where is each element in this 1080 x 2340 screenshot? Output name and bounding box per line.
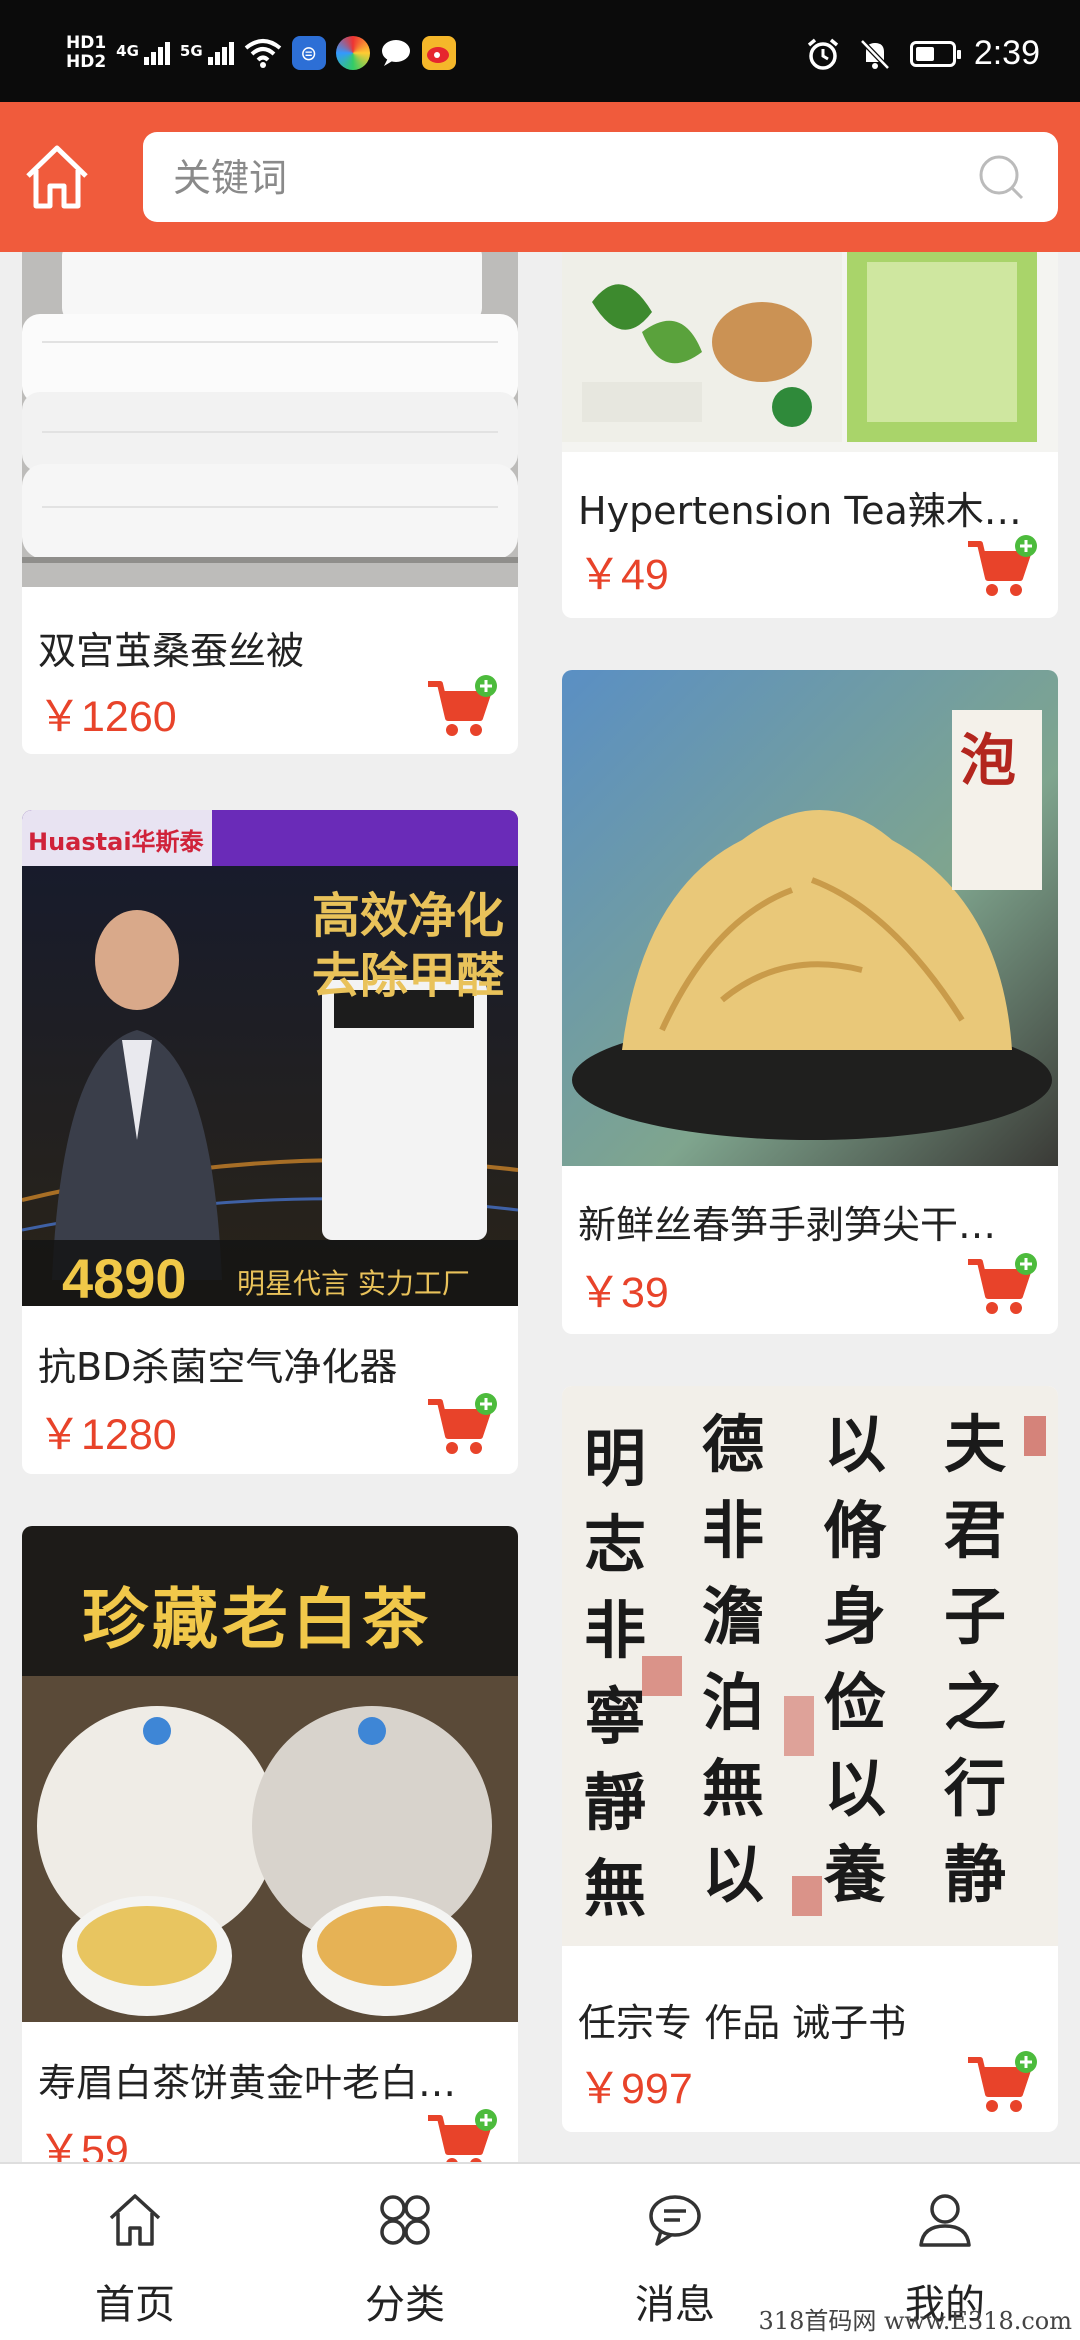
signal-4g-icon: 4G (116, 41, 170, 65)
add-to-cart-icon[interactable] (966, 1252, 1038, 1318)
nav-item-home[interactable]: 首页 (0, 2164, 270, 2340)
status-bar: HD1 HD2 4G 5G ⊜ 2:39 (0, 0, 1080, 102)
product-price: ￥1260 (38, 693, 177, 741)
product-title: 抗BD杀菌空气净化器 (38, 1345, 398, 1389)
product-image-white-tea: 珍藏老白茶 (22, 1526, 518, 2022)
search-box[interactable] (143, 132, 1058, 224)
top-header (0, 102, 1080, 252)
product-image-silk-quilt (22, 252, 518, 587)
product-grid: 双宫茧桑蚕丝被 ￥1260 Hypertension Tea辣木… ￥49 Hu… (0, 252, 1080, 2162)
battery-icon (909, 40, 961, 67)
home-icon (109, 2194, 161, 2246)
product-card[interactable]: 珍藏老白茶 寿眉白茶饼黄金叶老白… ￥59 (22, 1526, 518, 2162)
product-card[interactable]: 夫君子之行静 以脩身俭以養 德非澹泊無以 明志非寧靜無 任宗专 作品 诫子书 ￥… (562, 1386, 1058, 2132)
add-to-cart-icon[interactable] (966, 2050, 1038, 2116)
add-to-cart-icon[interactable] (426, 674, 498, 740)
home-icon[interactable] (22, 142, 92, 212)
search-icon[interactable] (976, 152, 1028, 204)
product-image-calligraphy: 夫君子之行静 以脩身俭以養 德非澹泊無以 明志非寧靜無 (562, 1386, 1058, 1946)
hd-indicator: HD1 HD2 (66, 34, 106, 72)
product-price: ￥59 (38, 2127, 129, 2162)
product-title: 寿眉白茶饼黄金叶老白… (38, 2061, 457, 2105)
weibo-icon (421, 36, 456, 70)
nav-item-category[interactable]: 分类 (270, 2164, 540, 2340)
mute-bell-icon (860, 38, 890, 70)
chat-bubble-icon (381, 40, 410, 66)
purifier-price-tag: 4890 (62, 1247, 187, 1306)
status-right: 2:39 (806, 34, 1040, 73)
tea-headline: 珍藏老白茶 (82, 1581, 432, 1658)
product-price: ￥1280 (38, 1411, 177, 1459)
product-price: ￥39 (578, 1269, 669, 1317)
product-image-air-purifier: Huastai华斯泰 高效净化 去除甲醛 4890 明星代言 实力工厂 (22, 810, 518, 1306)
category-icon (380, 2195, 430, 2245)
net2-label: 5G (179, 41, 203, 60)
search-input[interactable] (171, 132, 975, 224)
status-left: HD1 HD2 4G 5G ⊜ (66, 30, 456, 76)
product-title: 任宗专 作品 诫子书 (578, 2001, 907, 2045)
add-to-cart-icon[interactable] (426, 2108, 498, 2162)
product-card[interactable]: 泡 新鲜丝春笋手剥笋尖干… ￥39 (562, 670, 1058, 1334)
purifier-headline2: 去除甲醛 (312, 948, 505, 1004)
add-to-cart-icon[interactable] (426, 1392, 498, 1458)
wifi-icon (244, 39, 281, 68)
add-to-cart-icon[interactable] (966, 534, 1038, 600)
app-color-icon (335, 36, 370, 70)
product-price: ￥997 (578, 2065, 693, 2113)
user-icon (919, 2194, 971, 2247)
alarm-icon (807, 38, 838, 70)
watermark: 318首码网 www.E318.com (758, 2307, 1072, 2335)
hd1-label: HD1 (66, 33, 107, 53)
signal-5g-icon: 5G (179, 41, 234, 65)
product-title: 新鲜丝春笋手剥笋尖干… (578, 1203, 997, 1247)
nav-label: 首页 (95, 2282, 175, 2328)
purifier-slogan: 明星代言 实力工厂 (237, 1267, 470, 1300)
product-card[interactable]: Hypertension Tea辣木… ￥49 (562, 252, 1058, 618)
product-price: ￥49 (578, 551, 669, 599)
message-icon (649, 2195, 701, 2246)
shoots-tag: 泡 (960, 729, 1016, 794)
nav-label: 分类 (365, 2282, 445, 2328)
product-title: 双宫茧桑蚕丝被 (38, 629, 305, 673)
product-card[interactable]: 双宫茧桑蚕丝被 ￥1260 (22, 252, 518, 754)
purifier-brand: Huastai华斯泰 (28, 828, 204, 856)
app-shield-icon: ⊜ (291, 36, 326, 70)
product-title: Hypertension Tea辣木… (578, 489, 1022, 533)
clock: 2:39 (973, 34, 1040, 72)
hd2-label: HD2 (66, 52, 107, 72)
product-card[interactable]: Huastai华斯泰 高效净化 去除甲醛 4890 明星代言 实力工厂 抗BD杀… (22, 810, 518, 1474)
product-image-bamboo-shoots: 泡 (562, 670, 1058, 1166)
net1-label: 4G (116, 41, 139, 60)
product-image-hypertension-tea (562, 252, 1058, 452)
